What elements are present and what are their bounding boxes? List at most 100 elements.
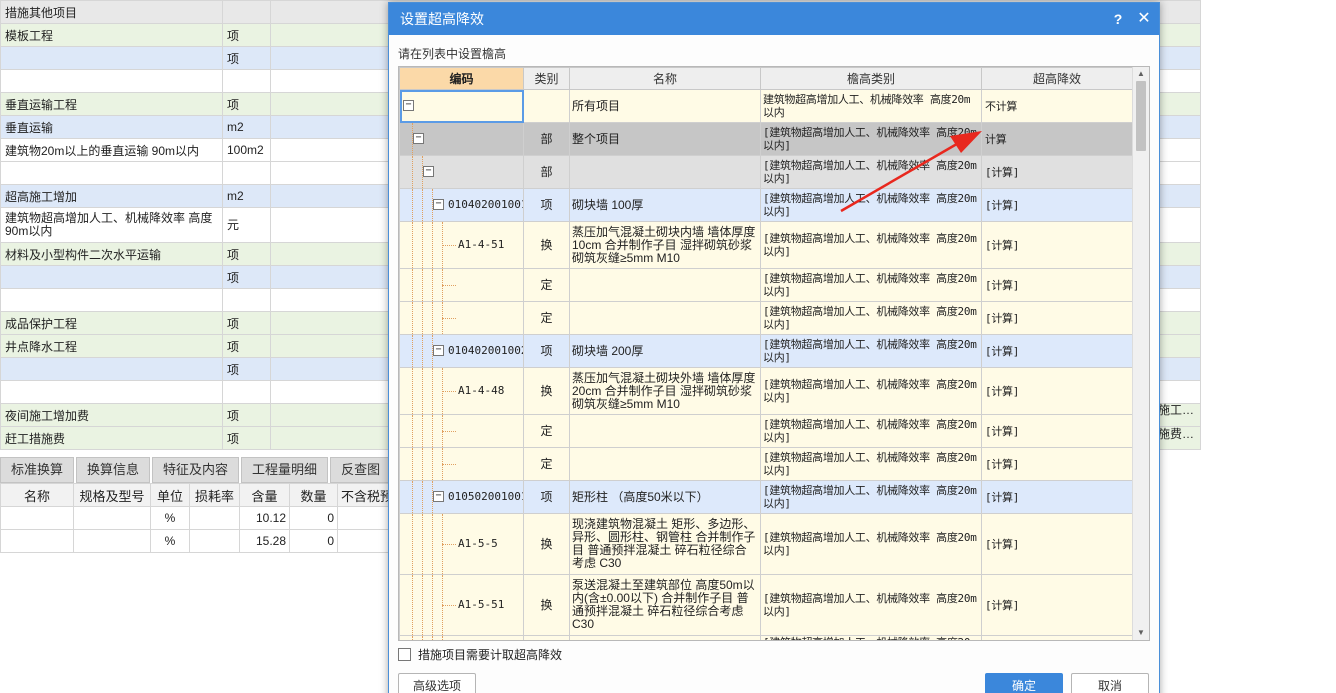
code-cell[interactable]: A1-4-48 [399, 367, 524, 415]
name-cell[interactable]: 砌块墙 100厚 [569, 188, 761, 222]
code-cell[interactable] [399, 414, 524, 448]
eaves-category-cell[interactable]: [建筑物超高增加人工、机械降效率 高度20m以内] [760, 574, 982, 636]
grid-row-list[interactable]: −010402001001 项砌块墙 100厚 [建筑物超高增加人工、机械降效率 高… [399, 188, 1133, 222]
dialog-title-bar[interactable]: 设置超高降效 ? ✕ [389, 3, 1159, 35]
name-cell[interactable] [569, 268, 761, 302]
code-cell[interactable]: − [399, 89, 524, 123]
efficiency-cell[interactable] [981, 635, 1133, 640]
col-header-eaves-category[interactable]: 檐高类别 [760, 67, 982, 90]
code-cell[interactable] [399, 301, 524, 335]
collapse-icon[interactable]: − [423, 166, 434, 177]
resource-header-cell[interactable]: 含量 [239, 483, 290, 507]
type-cell[interactable]: 换 [523, 221, 570, 269]
efficiency-cell[interactable]: [计算] [981, 268, 1133, 302]
collapse-icon[interactable]: − [433, 345, 444, 356]
name-cell[interactable] [569, 635, 761, 640]
name-cell[interactable] [569, 301, 761, 335]
grid-row-quota[interactable]: A1-5-5 换现浇建筑物混凝土 矩形、多边形、异形、圆形柱、钢管柱 合并制作子目… [399, 513, 1133, 575]
efficiency-cell[interactable]: 计算 [981, 122, 1133, 156]
efficiency-cell[interactable]: [计算] [981, 188, 1133, 222]
name-cell[interactable] [569, 447, 761, 481]
grid-row-list[interactable]: −010402001002 项砌块墙 200厚 [建筑物超高增加人工、机械降效率 高… [399, 334, 1133, 368]
eaves-category-cell[interactable]: 建筑物超高增加人工、机械降效率 高度20m以内 [760, 89, 982, 123]
efficiency-cell[interactable]: [计算] [981, 221, 1133, 269]
tab-conversion-info[interactable]: 换算信息 [76, 457, 151, 483]
eaves-category-cell[interactable]: [建筑物超高增加人工、机械降效率 高度20m以内] [760, 635, 982, 640]
efficiency-cell[interactable]: [计算] [981, 155, 1133, 189]
name-cell[interactable] [569, 155, 761, 189]
eaves-category-cell[interactable]: [建筑物超高增加人工、机械降效率 高度20m以内] [760, 414, 982, 448]
eaves-category-cell[interactable]: [建筑物超高增加人工、机械降效率 高度20m以内] [760, 447, 982, 481]
type-cell[interactable]: 项 [523, 334, 570, 368]
eaves-category-cell[interactable]: [建筑物超高增加人工、机械降效率 高度20m以内] [760, 301, 982, 335]
scrollbar-thumb[interactable] [1136, 81, 1146, 151]
grid-row-quota[interactable]: 定 [建筑物超高增加人工、机械降效率 高度20m以内] [计算] [399, 447, 1133, 481]
type-cell[interactable]: 定 [523, 268, 570, 302]
code-cell[interactable]: −010402001001 [399, 188, 524, 222]
collapse-icon[interactable]: − [403, 100, 414, 111]
eaves-category-cell[interactable]: [建筑物超高增加人工、机械降效率 高度20m以内] [760, 155, 982, 189]
code-cell[interactable]: A1-5-5 [399, 513, 524, 575]
grid-row-proj[interactable]: − 部整个项目 [建筑物超高增加人工、机械降效率 高度20m以内] 计算 [399, 122, 1133, 156]
type-cell[interactable]: 换 [523, 513, 570, 575]
collapse-icon[interactable]: − [433, 491, 444, 502]
type-cell[interactable]: 定 [523, 301, 570, 335]
resource-header-cell[interactable]: 名称 [0, 483, 74, 507]
efficiency-cell[interactable]: [计算] [981, 513, 1133, 575]
resource-row[interactable]: % 10.12 0 [0, 506, 398, 530]
eaves-category-cell[interactable]: [建筑物超高增加人工、机械降效率 高度20m以内] [760, 480, 982, 514]
code-cell[interactable]: −010402001002 [399, 334, 524, 368]
resource-header-cell[interactable]: 单位 [150, 483, 190, 507]
col-header-name[interactable]: 名称 [569, 67, 761, 90]
scroll-down-icon[interactable]: ▼ [1133, 626, 1149, 640]
name-cell[interactable] [569, 414, 761, 448]
eaves-category-cell[interactable]: [建筑物超高增加人工、机械降效率 高度20m以内] [760, 221, 982, 269]
resource-header-cell[interactable]: 规格及型号 [73, 483, 151, 507]
type-cell[interactable]: 换 [523, 574, 570, 636]
eaves-category-cell[interactable]: [建筑物超高增加人工、机械降效率 高度20m以内] [760, 367, 982, 415]
tab-quantity-detail[interactable]: 工程量明细 [241, 457, 329, 483]
vertical-scrollbar[interactable]: ▲ ▼ [1132, 67, 1149, 640]
collapse-icon[interactable]: − [433, 199, 444, 210]
measures-checkbox[interactable] [398, 648, 411, 661]
col-header-type[interactable]: 类别 [523, 67, 570, 90]
tab-features-content[interactable]: 特征及内容 [152, 457, 240, 483]
measures-checkbox-row[interactable]: 措施项目需要计取超高降效 [398, 646, 562, 663]
efficiency-cell[interactable]: [计算] [981, 574, 1133, 636]
efficiency-cell[interactable]: [计算] [981, 414, 1133, 448]
type-cell[interactable]: 部 [523, 122, 570, 156]
type-cell[interactable]: 换 [523, 367, 570, 415]
eaves-category-cell[interactable]: [建筑物超高增加人工、机械降效率 高度20m以内] [760, 122, 982, 156]
tab-reverse-lookup[interactable]: 反查图 [330, 457, 392, 483]
name-cell[interactable]: 矩形柱 （高度50米以下） [569, 480, 761, 514]
efficiency-cell[interactable]: 不计算 [981, 89, 1133, 123]
advanced-options-button[interactable]: 高级选项 [398, 673, 476, 693]
code-cell[interactable]: − [399, 155, 524, 189]
name-cell[interactable]: 所有项目 [569, 89, 761, 123]
col-header-efficiency[interactable]: 超高降效 [981, 67, 1133, 90]
code-cell[interactable]: A1-5-51 [399, 574, 524, 636]
efficiency-cell[interactable]: [计算] [981, 301, 1133, 335]
grid-row-list[interactable]: −010502001001 项矩形柱 （高度50米以下） [建筑物超高增加人工、机械… [399, 480, 1133, 514]
tab-standard-conversion[interactable]: 标准换算 [0, 457, 75, 483]
efficiency-cell[interactable]: [计算] [981, 334, 1133, 368]
name-cell[interactable]: 砌块墙 200厚 [569, 334, 761, 368]
grid-row-quota[interactable]: A1-4-48 换蒸压加气混凝土砌块外墙 墙体厚度20cm 合并制作子目 湿拌砌筑… [399, 367, 1133, 415]
eaves-category-cell[interactable]: [建筑物超高增加人工、机械降效率 高度20m以内] [760, 513, 982, 575]
type-cell[interactable]: 定 [523, 414, 570, 448]
eaves-category-cell[interactable]: [建筑物超高增加人工、机械降效率 高度20m以内] [760, 268, 982, 302]
grid-row-quota[interactable]: 定 [建筑物超高增加人工、机械降效率 高度20m以内] [计算] [399, 268, 1133, 302]
grid-row-quota[interactable]: 定 [建筑物超高增加人工、机械降效率 高度20m以内] [计算] [399, 414, 1133, 448]
grid-row-quota[interactable]: A1-5-51 换泵送混凝土至建筑部位 高度50m以内(含±0.00以下) 合并制… [399, 574, 1133, 636]
type-cell[interactable] [523, 89, 570, 123]
type-cell[interactable] [523, 635, 570, 640]
name-cell[interactable]: 整个项目 [569, 122, 761, 156]
eaves-category-cell[interactable]: [建筑物超高增加人工、机械降效率 高度20m以内] [760, 188, 982, 222]
close-icon[interactable]: ✕ [1135, 3, 1153, 35]
type-cell[interactable]: 部 [523, 155, 570, 189]
type-cell[interactable]: 定 [523, 447, 570, 481]
efficiency-cell[interactable]: [计算] [981, 447, 1133, 481]
grid-row-quota[interactable]: [建筑物超高增加人工、机械降效率 高度20m以内] [399, 635, 1133, 640]
help-icon[interactable]: ? [1109, 3, 1127, 35]
grid-row-quota[interactable]: A1-4-51 换蒸压加气混凝土砌块内墙 墙体厚度10cm 合并制作子目 湿拌砌筑… [399, 221, 1133, 269]
